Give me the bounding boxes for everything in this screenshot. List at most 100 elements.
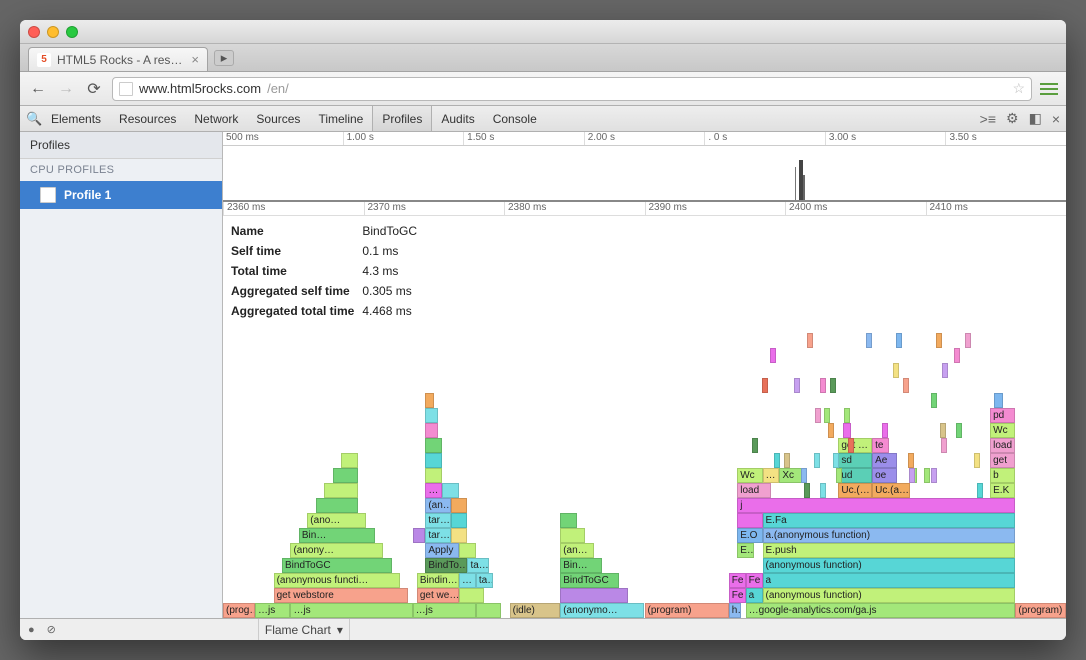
flame-bar[interactable]: …js [255, 603, 290, 618]
back-button[interactable]: ← [28, 79, 48, 99]
flame-bar[interactable] [425, 468, 442, 483]
maximize-icon[interactable] [66, 26, 78, 38]
flame-bar[interactable]: (an… [425, 498, 450, 513]
flame-bar[interactable] [425, 423, 438, 438]
flame-bar[interactable]: (anonymous functi… [274, 573, 400, 588]
flame-bar[interactable] [413, 528, 426, 543]
flame-bar[interactable]: … [763, 468, 780, 483]
console-toggle-icon[interactable]: >≡ [980, 111, 996, 127]
tab-sources[interactable]: Sources [247, 106, 309, 131]
flame-bar[interactable]: (program) [645, 603, 729, 618]
tab-network[interactable]: Network [185, 106, 247, 131]
tab-resources[interactable]: Resources [110, 106, 185, 131]
flame-bar[interactable]: BindTo… [425, 558, 467, 573]
flame-bar[interactable]: b [990, 468, 1015, 483]
flame-bar[interactable]: a.(anonymous function) [763, 528, 1016, 543]
flame-bar[interactable]: (ano… [307, 513, 366, 528]
flame-bar[interactable] [425, 393, 433, 408]
flame-bar[interactable]: Bin… [299, 528, 375, 543]
flame-bar[interactable]: Uc.(… [838, 483, 872, 498]
flame-bar[interactable]: Wc [990, 423, 1015, 438]
flame-bar[interactable]: … [425, 483, 442, 498]
flame-bar[interactable] [425, 438, 442, 453]
flame-bar[interactable] [341, 453, 358, 468]
flame-bar[interactable]: E.Fa [763, 513, 1016, 528]
flame-bar[interactable] [843, 423, 851, 438]
flame-bar[interactable]: …google-analytics.com/ga.js [746, 603, 1016, 618]
flame-bar[interactable] [459, 543, 476, 558]
flame-bar[interactable] [425, 453, 442, 468]
flame-bar[interactable]: (prog… [223, 603, 255, 618]
flame-bar[interactable] [737, 513, 762, 528]
tab-timeline[interactable]: Timeline [309, 106, 372, 131]
flame-bar[interactable]: (anony… [290, 543, 383, 558]
forward-button[interactable]: → [56, 79, 76, 99]
flame-bar[interactable]: j [737, 498, 1015, 513]
flame-bar[interactable]: (anonymous function) [763, 558, 1016, 573]
dock-icon[interactable]: ◧ [1029, 110, 1042, 127]
flame-bar[interactable]: tar… [425, 528, 450, 543]
close-icon[interactable] [28, 26, 40, 38]
flame-bar[interactable] [451, 513, 468, 528]
bookmark-icon[interactable]: ☆ [1012, 80, 1025, 97]
close-devtools-icon[interactable]: × [1052, 111, 1060, 127]
flame-bar[interactable]: te [872, 438, 889, 453]
flame-bar[interactable]: get [990, 453, 1015, 468]
tab-elements[interactable]: Elements [42, 106, 110, 131]
tab-audits[interactable]: Audits [432, 106, 483, 131]
flame-bar[interactable] [560, 588, 627, 603]
flame-bar[interactable]: ud [838, 468, 872, 483]
clear-icon[interactable]: ⊘ [47, 623, 56, 636]
tab-profiles[interactable]: Profiles [372, 106, 432, 131]
flame-bar[interactable]: Fe [729, 573, 746, 588]
record-icon[interactable]: ● [28, 624, 35, 636]
flame-bar[interactable]: BindToGC [282, 558, 392, 573]
flame-bar[interactable]: …js [290, 603, 412, 618]
flame-bar[interactable]: a [746, 588, 763, 603]
menu-icon[interactable] [1040, 83, 1058, 95]
flame-bar[interactable]: load [737, 483, 771, 498]
flame-bar[interactable]: Uc.(a… [872, 483, 910, 498]
view-selector[interactable]: Flame Chart ▾ [258, 619, 350, 640]
flame-bar[interactable]: BindToGC [560, 573, 619, 588]
flame-bar[interactable]: E… [737, 543, 754, 558]
flame-bar[interactable]: Wc [737, 468, 762, 483]
flame-bar[interactable]: load [990, 438, 1015, 453]
flame-bar[interactable]: ta… [467, 558, 488, 573]
flame-bar[interactable] [560, 528, 585, 543]
flame-bar[interactable]: oe [872, 468, 897, 483]
flame-bar[interactable]: E.K [990, 483, 1015, 498]
flame-bar[interactable]: sd [838, 453, 872, 468]
flame-bar[interactable]: h… [729, 603, 742, 618]
search-icon[interactable]: 🔍 [26, 111, 42, 127]
flame-bar[interactable]: (anonymo… [560, 603, 644, 618]
flame-bar[interactable]: ta… [476, 573, 493, 588]
overview-timeline[interactable]: 500 ms1.00 s1.50 s2.00 s. 0 s3.00 s3.50 … [223, 132, 1066, 202]
flame-bar[interactable]: Bin… [560, 558, 602, 573]
gear-icon[interactable]: ⚙ [1006, 110, 1019, 127]
reload-button[interactable]: ⟳ [84, 79, 104, 99]
tab-console[interactable]: Console [484, 106, 546, 131]
flame-bar[interactable] [442, 483, 459, 498]
flame-bar[interactable]: get we… [417, 588, 459, 603]
flame-bar[interactable] [316, 498, 358, 513]
flame-bar[interactable] [324, 483, 358, 498]
flame-bar[interactable] [459, 588, 484, 603]
flame-bar[interactable]: (an… [560, 543, 594, 558]
flame-bar[interactable] [451, 528, 468, 543]
flame-bar[interactable]: Apply [425, 543, 459, 558]
flame-bar[interactable]: get … [838, 438, 872, 453]
flame-chart[interactable]: NameBindToGC Self time0.1 ms Total time4… [223, 216, 1066, 618]
flame-bar[interactable] [333, 468, 358, 483]
new-tab-button[interactable]: ▸ [214, 50, 234, 66]
flame-bar[interactable]: …js [413, 603, 476, 618]
flame-bar[interactable]: (anonymous function) [763, 588, 1016, 603]
flame-bar[interactable]: Fe [746, 573, 763, 588]
flame-bar[interactable]: get webstore [274, 588, 409, 603]
flame-bar[interactable] [451, 498, 468, 513]
flame-bar[interactable]: … [459, 573, 476, 588]
flame-bar[interactable] [994, 393, 1002, 408]
browser-tab[interactable]: 5 HTML5 Rocks - A resource × [28, 47, 208, 71]
flame-bar[interactable]: E.O [737, 528, 762, 543]
flame-bar[interactable] [560, 513, 577, 528]
